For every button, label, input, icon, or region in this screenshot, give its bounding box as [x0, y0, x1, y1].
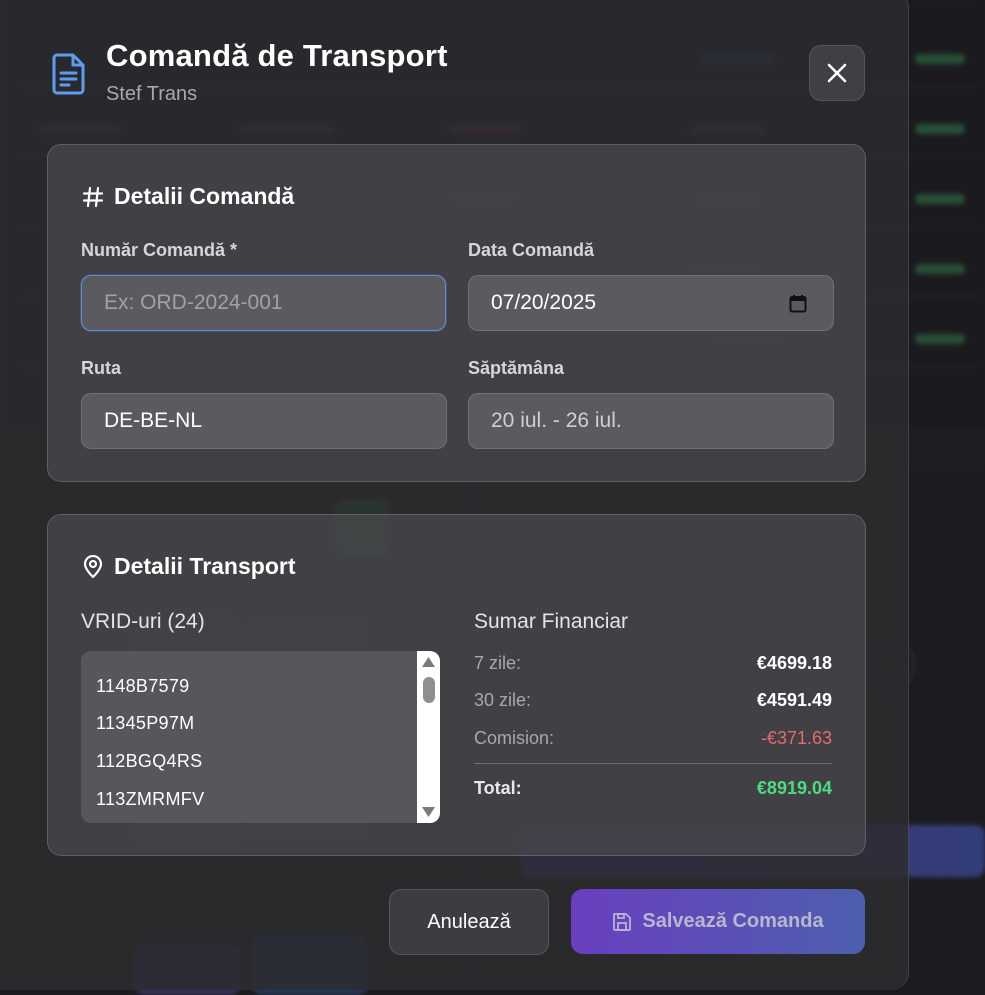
- order-number-placeholder: Ex: ORD-2024-001: [104, 291, 283, 314]
- order-number-label: Număr Comandă *: [81, 240, 238, 260]
- save-order-button[interactable]: Salvează Comanda: [571, 889, 865, 954]
- vrid-item: 113ZMRMFV: [96, 789, 205, 809]
- scroll-up-arrow-icon[interactable]: [421, 656, 436, 668]
- route-label: Ruta: [81, 358, 121, 378]
- route-input[interactable]: DE-BE-NL: [81, 393, 447, 449]
- modal-title: Comandă de Transport: [106, 38, 448, 73]
- order-details-title: Detalii Comandă: [114, 183, 295, 209]
- modal-subtitle: Stef Trans: [106, 83, 198, 105]
- financial-summary-title: Sumar Financiar: [474, 610, 629, 633]
- cancel-button-label: Anulează: [427, 910, 511, 933]
- transport-details-title: Detalii Transport: [114, 553, 296, 579]
- save-icon: [613, 912, 632, 931]
- summary-value: -€371.63: [760, 728, 832, 748]
- vrid-item: 1148B7579: [96, 676, 190, 696]
- summary-row-total: Total: €8919.04: [474, 778, 832, 799]
- week-value: 20 iul. - 26 iul.: [491, 409, 622, 432]
- calendar-icon[interactable]: [789, 294, 807, 319]
- order-number-input[interactable]: Ex: ORD-2024-001: [81, 275, 446, 331]
- hash-icon: [82, 186, 104, 207]
- summary-row-30-days: 30 zile: €4591.49: [474, 690, 832, 711]
- order-date-label: Data Comandă: [468, 240, 595, 260]
- document-icon: [50, 52, 88, 96]
- summary-divider: [474, 763, 832, 764]
- total-label: Total:: [474, 778, 522, 798]
- vrid-item: 112BGQ4RS: [96, 751, 203, 771]
- summary-value: €4591.49: [756, 690, 832, 710]
- scroll-down-arrow-icon[interactable]: [421, 806, 436, 818]
- summary-row-commission: Comision: -€371.63: [474, 728, 832, 749]
- week-field: 20 iul. - 26 iul.: [468, 393, 834, 449]
- order-date-input[interactable]: 07/20/2025: [468, 275, 834, 331]
- week-label: Săptămâna: [468, 358, 565, 378]
- order-details-heading: Detalii Comandă: [82, 183, 294, 210]
- summary-value: €4699.18: [756, 653, 832, 673]
- vrid-scrollbar[interactable]: [417, 651, 440, 823]
- summary-label: 30 zile:: [474, 690, 532, 710]
- vrid-list[interactable]: 1148B7579 11345P97M 112BGQ4RS 113ZMRMFV: [81, 651, 440, 823]
- vrid-list-title: VRID-uri (24): [81, 610, 205, 633]
- transport-details-card: Detalii Transport VRID-uri (24) 1148B757…: [47, 514, 866, 856]
- route-value: DE-BE-NL: [104, 409, 203, 432]
- map-pin-icon: [83, 554, 103, 578]
- scrollbar-thumb[interactable]: [423, 677, 435, 703]
- summary-row-7-days: 7 zile: €4699.18: [474, 653, 832, 674]
- summary-label: Comision:: [474, 728, 555, 748]
- vrid-item: 11345P97M: [96, 713, 195, 733]
- close-icon: [827, 63, 847, 83]
- order-details-card: Detalii Comandă Număr Comandă * Ex: ORD-…: [47, 144, 866, 482]
- close-button[interactable]: [809, 45, 865, 101]
- total-value: €8919.04: [756, 778, 832, 798]
- summary-label: 7 zile:: [474, 653, 522, 673]
- order-date-value: 07/20/2025: [491, 291, 597, 314]
- transport-details-heading: Detalii Transport: [82, 553, 295, 580]
- cancel-button[interactable]: Anulează: [389, 889, 549, 955]
- save-button-label: Salvează Comanda: [642, 910, 824, 932]
- transport-order-modal: Comandă de Transport Stef Trans Detalii …: [0, 0, 909, 990]
